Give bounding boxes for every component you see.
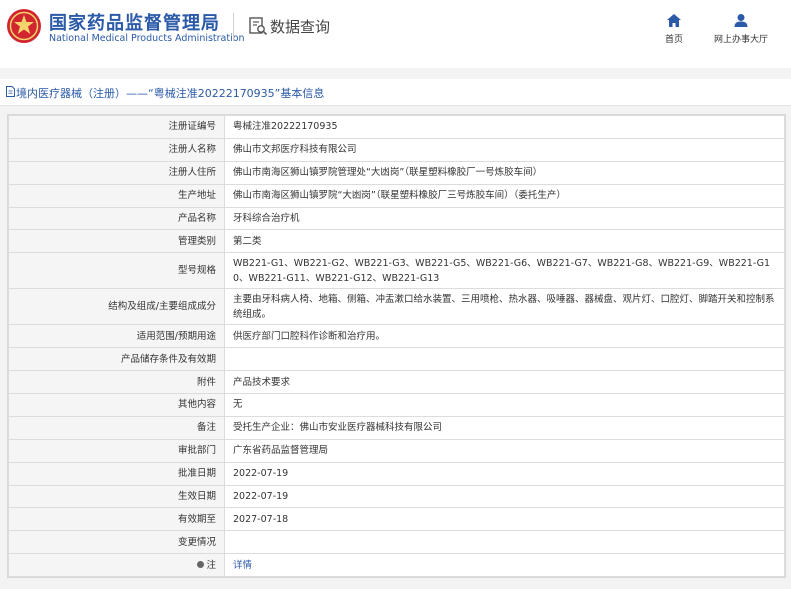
document-icon [6,86,15,97]
row-value: 佛山市南海区狮山镇罗院“大凼岗”（联星塑料橡胶厂三号炼胶车间）（委托生产） [224,183,785,208]
table-row: 有效期至 2027-07-18 [8,507,785,532]
brand-title-en: National Medical Products Administration [49,33,245,44]
row-value: 详情 [224,553,785,578]
info-table: 注册证编号 粤械注准20222170935 注册人名称 佛山市文邦医疗科技有限公… [7,114,786,579]
table-row: 产品储存条件及有效期 [8,347,785,372]
row-label: 型号规格 [8,252,225,290]
nmpa-logo[interactable] [6,8,42,44]
table-row: 注册证编号 粤械注准20222170935 [8,115,785,139]
note-label: 注 [206,559,216,571]
table-row: 附件 产品技术要求 [8,370,785,395]
table-row: 生效日期 2022-07-19 [8,484,785,509]
row-label: 变更情况 [8,530,225,555]
row-label: 注册证编号 [8,115,225,139]
row-value: 主要由牙科病人椅、地箱、侧箱、冲盂漱口给水装置、三用喷枪、热水器、吸唾器、器械盘… [224,288,785,326]
row-value [224,347,785,372]
table-row: 审批部门 广东省药品监督管理局 [8,438,785,463]
row-value: 牙科综合治疗机 [224,206,785,231]
table-row: 批准日期 2022-07-19 [8,461,785,486]
row-value: 受托生产企业：佛山市安业医疗器械科技有限公司 [224,415,785,440]
header-divider [233,13,234,41]
row-label: 附件 [8,370,225,395]
data-query-icon [249,17,268,36]
nav-home-label: 首页 [664,35,683,45]
nav-online-office-label: 网上办事大厅 [713,35,768,45]
table-row: 型号规格 WB221-G1、WB221-G2、WB221-G3、WB221-G5… [8,252,785,290]
row-value: 粤械注准20222170935 [224,115,785,139]
row-label: 生效日期 [8,484,225,509]
row-label: 注册人住所 [8,160,225,185]
table-row: 结构及组成/主要组成成分 主要由牙科病人椅、地箱、侧箱、冲盂漱口给水装置、三用喷… [8,288,785,326]
row-value: 产品技术要求 [224,370,785,395]
user-icon [734,14,748,27]
table-row: 注册人住所 佛山市南海区狮山镇罗院管理处“大凼岗”（联星塑料橡胶厂一号炼胶车间） [8,160,785,185]
brand-title-cn[interactable]: 国家药品监督管理局 [49,9,220,35]
row-value: 广东省药品监督管理局 [224,438,785,463]
nav-home-link[interactable]: 首页 [660,13,688,45]
row-label: 备注 [8,415,225,440]
row-label: 管理类别 [8,229,225,254]
table-row: 变更情况 [8,530,785,555]
note-icon [197,560,205,568]
data-query-title: 数据查询 [270,18,331,36]
table-row: 管理类别 第二类 [8,229,785,254]
row-label: 注 [8,553,225,578]
record-title-bar: 境内医疗器械（注册）——“粤械注准20222170935”基本信息 [0,79,791,106]
row-value: 佛山市文邦医疗科技有限公司 [224,137,785,162]
table-row: 注册人名称 佛山市文邦医疗科技有限公司 [8,137,785,162]
row-label: 批准日期 [8,461,225,486]
row-value: WB221-G1、WB221-G2、WB221-G3、WB221-G5、WB22… [224,252,785,290]
nav-online-office-link[interactable]: 网上办事大厅 [708,13,774,45]
table-row: 备注 受托生产企业：佛山市安业医疗器械科技有限公司 [8,415,785,440]
row-value: 第二类 [224,229,785,254]
details-link[interactable]: 详情 [233,560,252,571]
site-header: 国家药品监督管理局 National Medical Products Admi… [0,0,791,68]
row-value: 2022-07-19 [224,484,785,509]
record-title: 境内医疗器械（注册）——“粤械注准20222170935”基本信息 [16,87,325,100]
row-value: 2027-07-18 [224,507,785,532]
row-value [224,530,785,555]
row-label: 产品储存条件及有效期 [8,347,225,372]
row-label: 生产地址 [8,183,225,208]
row-value: 无 [224,393,785,417]
table-row: 其他内容 无 [8,393,785,417]
table-row: 生产地址 佛山市南海区狮山镇罗院“大凼岗”（联星塑料橡胶厂三号炼胶车间）（委托生… [8,183,785,208]
row-label: 结构及组成/主要组成成分 [8,288,225,326]
home-icon [667,14,681,27]
row-label: 适用范围/预期用途 [8,324,225,349]
row-value: 供医疗部门口腔科作诊断和治疗用。 [224,324,785,349]
row-value: 2022-07-19 [224,461,785,486]
table-row: 产品名称 牙科综合治疗机 [8,206,785,231]
row-label: 产品名称 [8,206,225,231]
row-label: 其他内容 [8,393,225,417]
row-label: 审批部门 [8,438,225,463]
table-row: 适用范围/预期用途 供医疗部门口腔科作诊断和治疗用。 [8,324,785,349]
table-row: 注 详情 [8,553,785,578]
row-value: 佛山市南海区狮山镇罗院管理处“大凼岗”（联星塑料橡胶厂一号炼胶车间） [224,160,785,185]
row-label: 注册人名称 [8,137,225,162]
row-label: 有效期至 [8,507,225,532]
